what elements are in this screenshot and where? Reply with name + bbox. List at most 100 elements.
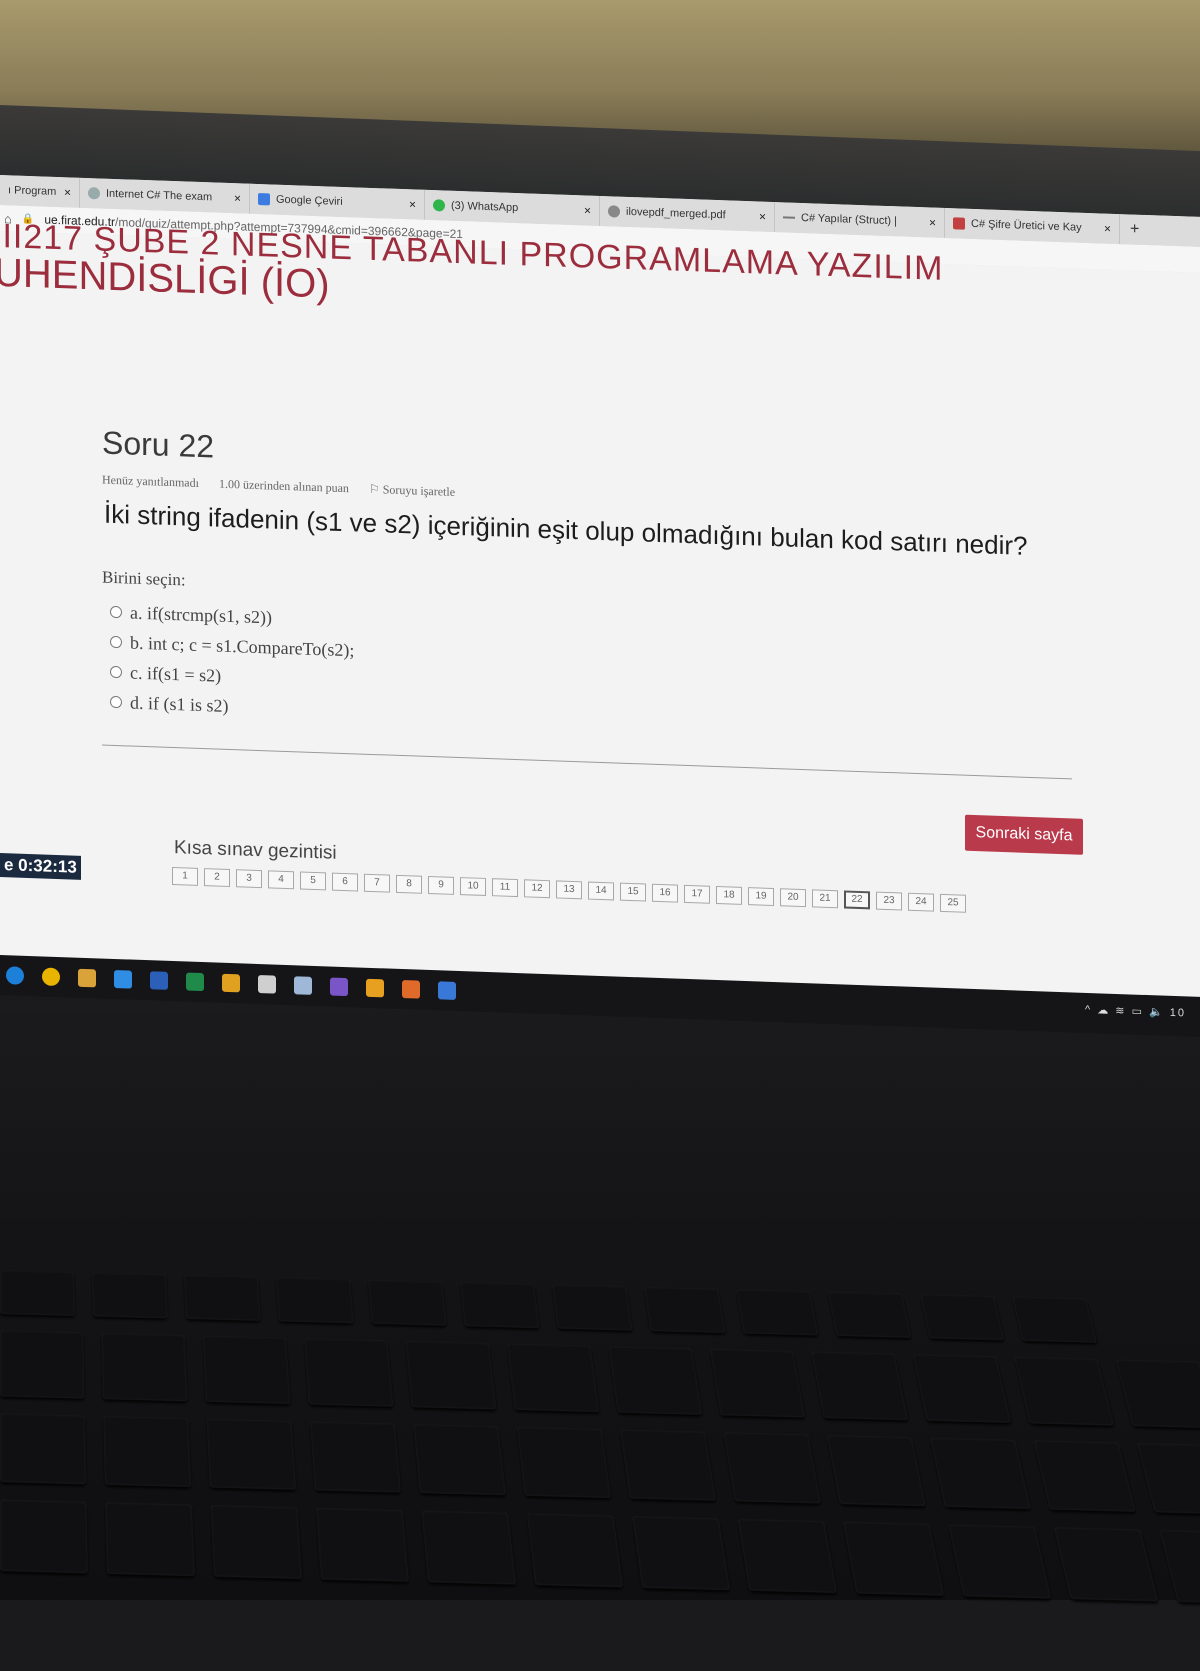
photos-icon[interactable] bbox=[222, 973, 240, 993]
close-icon[interactable]: × bbox=[234, 191, 241, 205]
excel-icon[interactable] bbox=[186, 972, 204, 992]
keyboard-row bbox=[0, 1413, 1200, 1516]
close-icon[interactable]: × bbox=[929, 215, 936, 229]
radio-button[interactable] bbox=[110, 605, 122, 619]
translate-icon bbox=[258, 193, 270, 206]
new-tab-button[interactable]: + bbox=[1120, 220, 1149, 239]
quiz-page-button[interactable]: 9 bbox=[428, 875, 454, 895]
close-icon[interactable]: × bbox=[584, 203, 591, 217]
quiz-page-button[interactable]: 14 bbox=[588, 881, 614, 901]
quiz-page-button[interactable]: 3 bbox=[236, 869, 262, 889]
answer-label: c. if(s1 = s2) bbox=[130, 662, 222, 686]
quiz-page-button[interactable]: 16 bbox=[652, 883, 678, 903]
word-icon[interactable] bbox=[150, 971, 168, 990]
keyboard-key bbox=[516, 1426, 611, 1499]
app-icon-2[interactable] bbox=[402, 980, 420, 999]
tab-label: C# Yapılar (Struct) | bbox=[801, 211, 897, 228]
quiz-page-button[interactable]: 5 bbox=[300, 871, 326, 891]
keyboard-key bbox=[0, 1499, 88, 1574]
keyboard-key bbox=[1033, 1440, 1136, 1512]
quiz-page-button[interactable]: 24 bbox=[908, 892, 934, 912]
laptop-keyboard bbox=[0, 1270, 1200, 1671]
dash-icon bbox=[783, 216, 795, 219]
keyboard-row bbox=[0, 1330, 1200, 1430]
quiz-page-button[interactable]: 4 bbox=[268, 870, 294, 890]
close-icon[interactable]: × bbox=[1104, 222, 1111, 236]
flag-label: Soruyu işaretle bbox=[382, 482, 456, 499]
app-icon[interactable] bbox=[114, 969, 132, 989]
keyboard-key bbox=[0, 1270, 75, 1316]
close-icon[interactable]: × bbox=[759, 210, 766, 224]
quiz-page-button[interactable]: 2 bbox=[204, 868, 230, 888]
window-icon[interactable] bbox=[258, 975, 276, 994]
keyboard-key bbox=[210, 1505, 302, 1579]
edge-icon[interactable] bbox=[6, 966, 24, 985]
quiz-page-button[interactable]: 23 bbox=[876, 891, 902, 911]
quiz-page-button[interactable]: 20 bbox=[780, 888, 806, 908]
keyboard-key bbox=[709, 1348, 806, 1418]
quiz-page-button[interactable]: 19 bbox=[748, 887, 774, 907]
visual-studio-icon[interactable] bbox=[330, 977, 348, 997]
tab-program[interactable]: ı Program × bbox=[0, 175, 80, 208]
quiz-page-button[interactable]: 11 bbox=[492, 878, 518, 898]
keyboard-key bbox=[811, 1351, 909, 1421]
keyboard-key bbox=[620, 1429, 716, 1501]
chrome-icon[interactable] bbox=[42, 967, 60, 987]
keyboard-row bbox=[0, 1499, 1200, 1606]
keyboard-key bbox=[608, 1346, 703, 1415]
keyboard-key bbox=[206, 1418, 297, 1490]
keyboard-key bbox=[202, 1335, 291, 1405]
quiz-page-button[interactable]: 7 bbox=[364, 873, 390, 893]
keyboard-key bbox=[368, 1279, 447, 1326]
laptop-screen: ı Program × Internet C# The exam × Googl… bbox=[0, 175, 1200, 1032]
quiz-page-button[interactable]: 13 bbox=[556, 880, 582, 900]
keyboard-key bbox=[1159, 1529, 1200, 1605]
close-icon[interactable]: × bbox=[64, 185, 71, 199]
question-info: Henüz yanıtlanmadı 1.00 üzerinden alınan… bbox=[102, 473, 455, 500]
radio-button[interactable] bbox=[110, 695, 122, 709]
box-icon[interactable] bbox=[294, 976, 312, 995]
radio-button[interactable] bbox=[110, 635, 122, 649]
globe-icon bbox=[88, 187, 100, 200]
quiz-timer: e 0:32:13 bbox=[0, 853, 81, 880]
quiz-page: III217 ŞUBE 2 NESNE TABANLI PROGRAMLAMA … bbox=[0, 217, 1200, 1032]
quiz-page-button[interactable]: 22 bbox=[844, 890, 870, 910]
keyboard-key bbox=[405, 1340, 497, 1410]
next-page-button[interactable]: Sonraki sayfa bbox=[965, 814, 1083, 855]
radio-button[interactable] bbox=[110, 665, 122, 679]
keyboard-key bbox=[828, 1291, 912, 1338]
quiz-page-button[interactable]: 10 bbox=[460, 877, 486, 896]
tab-label: ilovepdf_merged.pdf bbox=[626, 205, 726, 222]
close-icon[interactable]: × bbox=[409, 197, 416, 211]
quiz-page-button[interactable]: 8 bbox=[396, 874, 422, 894]
keyboard-key bbox=[948, 1524, 1052, 1599]
quiz-page-button[interactable]: 1 bbox=[172, 867, 198, 886]
keyboard-key bbox=[92, 1272, 168, 1319]
keyboard-key bbox=[632, 1516, 731, 1591]
keyboard-key bbox=[1053, 1527, 1159, 1602]
quiz-page-button[interactable]: 15 bbox=[620, 882, 646, 902]
keyboard-key bbox=[1012, 1296, 1098, 1343]
keyboard-key bbox=[644, 1286, 726, 1334]
keyboard-key bbox=[552, 1284, 633, 1331]
flag-question-link[interactable]: ⚐ Soruyu işaretle bbox=[369, 482, 455, 500]
keyboard-key bbox=[912, 1354, 1012, 1423]
quiz-page-button[interactable]: 6 bbox=[332, 872, 358, 892]
quiz-page-button[interactable]: 21 bbox=[812, 889, 838, 909]
keyboard-key bbox=[507, 1343, 600, 1413]
quiz-page-button[interactable]: 12 bbox=[524, 879, 550, 899]
keyboard-key bbox=[316, 1507, 409, 1582]
keyboard-key bbox=[276, 1277, 354, 1324]
tab-label: ı Program bbox=[8, 184, 57, 198]
quiz-page-button[interactable]: 25 bbox=[940, 893, 966, 913]
answer-label: d. if (s1 is s2) bbox=[130, 692, 229, 716]
answer-options: a. if(strcmp(s1, s2)) b. int c; c = s1.C… bbox=[110, 597, 354, 726]
meet-icon[interactable] bbox=[438, 981, 456, 1000]
question-points: 1.00 üzerinden alınan puan bbox=[218, 476, 349, 496]
system-tray[interactable]: ^ ☁ ≋ ▭ 🔈 10 bbox=[1085, 1003, 1186, 1020]
quiz-page-button[interactable]: 18 bbox=[716, 886, 742, 905]
file-explorer-icon[interactable] bbox=[78, 968, 96, 988]
quiz-page-button[interactable]: 17 bbox=[684, 884, 710, 904]
star-icon[interactable] bbox=[366, 978, 384, 998]
tab-label: Google Çeviri bbox=[276, 193, 343, 208]
